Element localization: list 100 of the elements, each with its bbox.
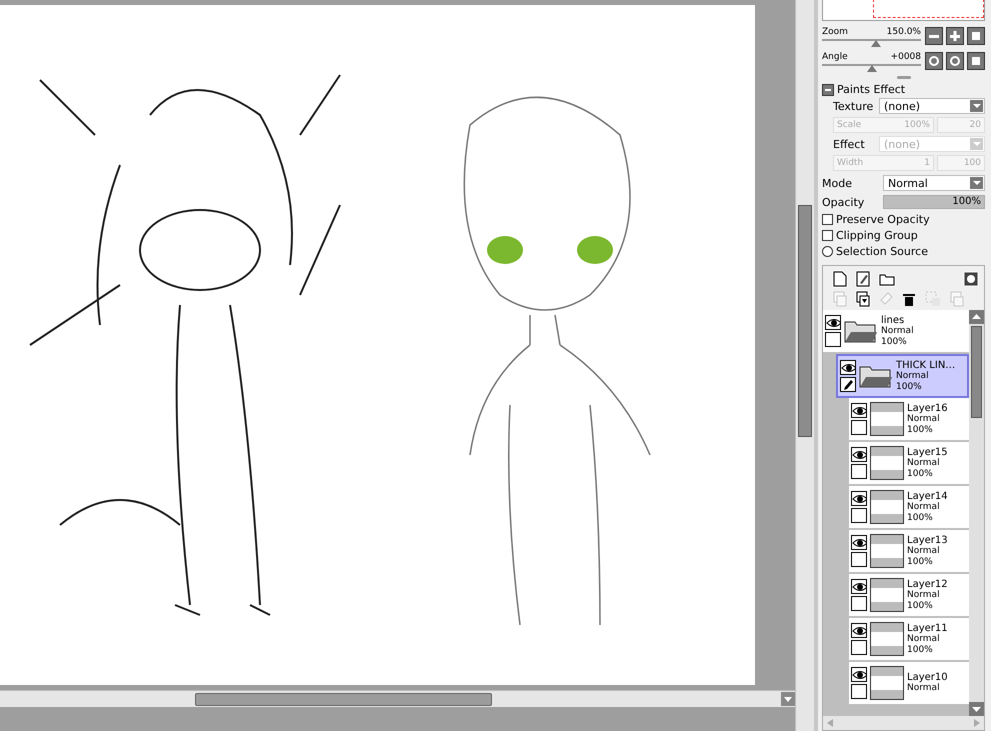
layer-opacity: 100% — [896, 382, 923, 392]
slider-value: 150.0% — [886, 27, 921, 37]
eye-icon[interactable] — [851, 667, 867, 682]
opacity-slider[interactable]: 100% — [883, 195, 985, 209]
layer-blend-mode: Normal — [881, 326, 914, 336]
layer-blend-mode: Normal — [907, 590, 941, 600]
layer-row[interactable]: Layer15 Normal 100% — [849, 442, 969, 486]
slider-thumb[interactable] — [871, 40, 882, 47]
edit-target-box[interactable] — [825, 332, 841, 347]
slider-label: Zoom — [822, 27, 848, 37]
option-label: Preserve Opacity — [836, 213, 930, 226]
layer-name: Layer11 — [907, 622, 948, 634]
folder-icon — [859, 364, 893, 388]
layer-thumbnail — [870, 622, 904, 656]
layer-name: lines — [881, 314, 906, 326]
square-icon[interactable] — [967, 52, 985, 70]
layer-name: THICK LIN… — [896, 360, 956, 370]
layer-name: Layer15 — [907, 446, 948, 458]
layer-row[interactable]: Layer14 Normal 100% — [849, 486, 969, 530]
vertical-scrollbar[interactable] — [795, 0, 818, 731]
radio-button[interactable] — [822, 246, 833, 257]
layer-row[interactable]: Layer12 Normal 100% — [849, 574, 969, 618]
layer-opacity: 100% — [907, 600, 934, 612]
layer-name: Layer13 — [907, 534, 948, 546]
layer-row[interactable]: Layer10 Normal — [849, 662, 969, 706]
layer-thumbnail — [870, 490, 904, 524]
rotate-left-icon[interactable] — [925, 52, 943, 70]
layer-thumbnail — [870, 446, 904, 480]
slider-value: +0008 — [890, 52, 921, 62]
eye-icon[interactable] — [851, 447, 867, 462]
edit-target-box[interactable] — [851, 464, 867, 479]
layer-blend-mode: Normal — [907, 502, 941, 512]
rotate-right-icon[interactable] — [946, 52, 964, 70]
slider-label: Angle — [822, 52, 848, 62]
layer-blend-mode: Normal — [907, 683, 941, 694]
scroll-thumb[interactable] — [798, 205, 812, 437]
horizontal-scrollbar[interactable] — [0, 690, 795, 707]
layer-blend-mode: Normal — [907, 634, 941, 644]
field-label: Texture — [833, 100, 874, 112]
eye-icon[interactable] — [825, 315, 841, 330]
merge-down-icon[interactable] — [856, 291, 870, 307]
layer-row[interactable]: Layer16 Normal 100% — [849, 398, 969, 442]
texture-dropdown[interactable]: (none) — [879, 98, 985, 114]
square-icon[interactable] — [967, 27, 985, 45]
edit-target-box[interactable] — [851, 596, 867, 611]
option-label: Clipping Group — [836, 229, 918, 242]
layer-row[interactable]: Layer11 Normal 100% — [849, 618, 969, 662]
layer-thumbnail — [870, 534, 904, 568]
edit-target-box[interactable] — [840, 377, 856, 392]
layer-blend-mode: Normal — [907, 414, 941, 424]
layer-opacity: 100% — [881, 336, 908, 348]
collapse-button[interactable] — [822, 84, 834, 96]
layer-opacity: 100% — [907, 556, 934, 568]
slider-thumb[interactable] — [866, 65, 876, 72]
field-label: Mode — [822, 176, 852, 190]
edit-target-box[interactable] — [851, 640, 867, 655]
folder-icon — [844, 319, 878, 343]
eye-icon[interactable] — [840, 360, 856, 375]
edit-target-box[interactable] — [851, 508, 867, 523]
plus-icon[interactable] — [946, 27, 964, 45]
layer-name: Layer10 — [907, 672, 948, 683]
layer-row[interactable]: Layer13 Normal 100% — [849, 530, 969, 574]
layer-name: Layer16 — [907, 402, 948, 414]
layer-blend-mode: Normal — [907, 458, 941, 468]
layer-name: Layer14 — [907, 490, 948, 502]
layer-row[interactable]: THICK LIN… Normal 100% — [836, 354, 969, 398]
mask-icon[interactable] — [964, 272, 978, 286]
eye-icon[interactable] — [851, 491, 867, 506]
option-label: Selection Source — [836, 245, 928, 258]
eye-icon[interactable] — [851, 579, 867, 594]
new-layer-icon[interactable] — [833, 271, 847, 287]
eye-icon[interactable] — [851, 623, 867, 638]
layer-blend-mode: Normal — [896, 370, 930, 382]
eye-icon[interactable] — [851, 403, 867, 418]
layer-blend-mode: Normal — [907, 546, 941, 556]
field-label: Opacity — [822, 196, 864, 208]
layer-opacity: 100% — [907, 424, 934, 436]
layer-opacity: 100% — [907, 512, 934, 524]
scroll-thumb[interactable] — [195, 693, 492, 706]
edit-target-box[interactable] — [851, 552, 867, 567]
eye-icon[interactable] — [851, 535, 867, 550]
checkbox[interactable] — [822, 214, 833, 225]
blend-mode-dropdown[interactable]: Normal — [883, 175, 985, 191]
layer-list-scrollbar[interactable] — [969, 310, 984, 716]
edit-target-box[interactable] — [851, 420, 867, 435]
pen-layer-icon[interactable] — [856, 271, 870, 287]
folder-icon[interactable] — [879, 272, 895, 286]
checkbox[interactable] — [822, 230, 833, 241]
edit-target-box[interactable] — [851, 684, 867, 699]
layer-thumbnail — [870, 402, 904, 436]
scroll-thumb[interactable] — [971, 326, 982, 418]
minus-icon[interactable] — [925, 27, 943, 45]
section-title: Paints Effect — [837, 83, 906, 96]
layer-opacity: 100% — [907, 468, 934, 480]
layer-thumbnail — [870, 666, 904, 700]
layer-row[interactable]: lines Normal 100% — [823, 310, 969, 354]
trash-icon[interactable] — [902, 291, 916, 307]
field-label: Effect — [833, 138, 865, 150]
layer-opacity: 100% — [907, 644, 934, 656]
layer-name: Layer12 — [907, 578, 948, 590]
